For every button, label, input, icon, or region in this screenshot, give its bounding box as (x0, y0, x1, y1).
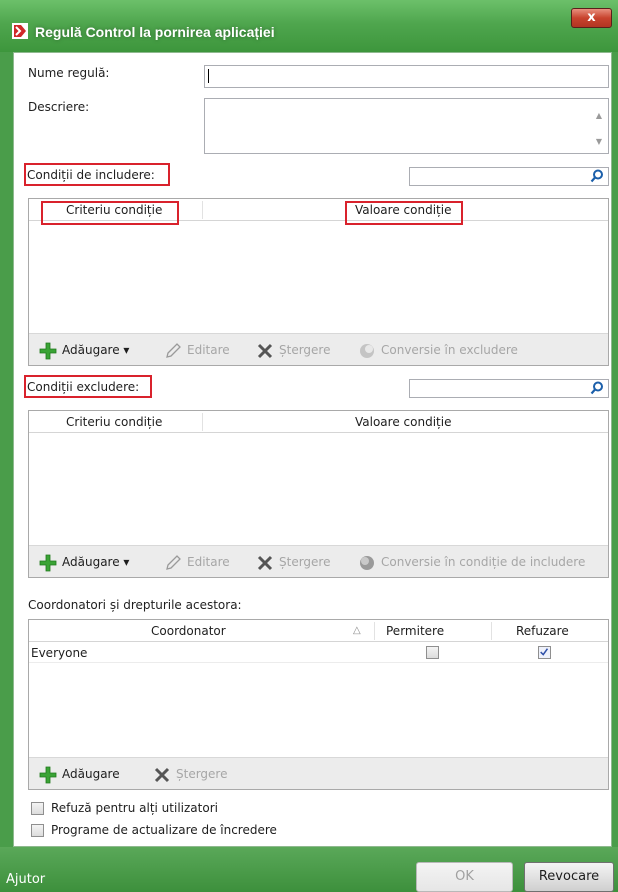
exclusion-conditions-table: Criteriu condiție Valoare condiție Adăug… (28, 410, 609, 578)
pencil-icon (166, 342, 181, 358)
convert-to-inclusion-button[interactable]: Conversie în condiție de includere (358, 553, 585, 571)
plus-icon (39, 554, 57, 571)
column-header-value[interactable]: Valoare condiție (355, 415, 451, 429)
inclusion-label: Condiții de includere: (27, 168, 155, 182)
column-header-allow[interactable]: Permitere (386, 624, 444, 638)
convert-label: Conversie în excludere (381, 343, 518, 357)
inclusion-search-input[interactable] (409, 167, 609, 186)
owners-label: Coordonatori și drepturile acestora: (28, 598, 242, 612)
edit-label: Editare (187, 343, 230, 357)
dropdown-arrow-icon[interactable]: ▾ (120, 555, 129, 569)
delete-label: Ștergere (279, 343, 331, 357)
add-label: Adăugare (62, 343, 120, 357)
trusted-updaters-label: Programe de actualizare de încredere (51, 823, 277, 837)
add-button[interactable]: Adăugare ▾ (39, 341, 129, 359)
scroll-up-icon[interactable]: ▲ (594, 111, 604, 121)
help-link[interactable]: Ajutor (6, 872, 45, 887)
sort-arrow-icon[interactable]: △ (353, 625, 361, 636)
edit-button[interactable]: Editare (164, 341, 230, 359)
deny-other-users-label: Refuză pentru alți utilizatori (51, 801, 218, 815)
column-header-owner[interactable]: Coordonator (151, 624, 226, 638)
owners-table: Coordonator △ Permitere Refuzare Everyon… (28, 619, 609, 790)
inclusion-toolbar: Adăugare ▾ Editare Ștergere Conversie în… (29, 333, 608, 365)
inclusion-conditions-table: Criteriu condiție Valoare condiție Adăug… (28, 198, 609, 366)
delete-x-icon (257, 555, 273, 570)
delete-button[interactable]: Ștergere (256, 341, 330, 359)
convert-label: Conversie în condiție de includere (381, 555, 586, 569)
table-row[interactable]: Everyone (29, 643, 608, 663)
delete-label: Ștergere (176, 767, 228, 781)
delete-x-icon (154, 767, 170, 782)
column-divider[interactable] (202, 201, 203, 219)
exclusion-search-input[interactable] (409, 379, 609, 398)
plus-icon (39, 766, 57, 783)
trusted-updaters-checkbox[interactable] (31, 824, 44, 837)
delete-button[interactable]: Ștergere (256, 553, 330, 571)
close-button[interactable]: x (571, 8, 612, 28)
rule-name-input[interactable] (204, 65, 609, 88)
owner-name: Everyone (31, 646, 88, 660)
kaspersky-logo-icon (12, 23, 28, 39)
description-textarea[interactable]: ▲ ▼ (204, 98, 609, 154)
text-caret (208, 69, 209, 83)
convert-icon (360, 343, 374, 358)
column-divider[interactable] (491, 622, 492, 640)
add-label: Adăugare (62, 555, 120, 569)
column-divider[interactable] (374, 622, 375, 640)
scroll-down-icon[interactable]: ▼ (594, 137, 604, 147)
dialog-footer: Ajutor OK Revocare (0, 847, 618, 892)
column-header-deny[interactable]: Refuzare (516, 624, 569, 638)
convert-to-exclusion-button[interactable]: Conversie în excludere (358, 341, 518, 359)
checkmark-icon (540, 648, 549, 656)
pencil-icon (166, 554, 181, 570)
cancel-button[interactable]: Revocare (524, 862, 614, 892)
dropdown-arrow-icon[interactable]: ▾ (120, 343, 129, 357)
add-button[interactable]: Adăugare ▾ (39, 553, 129, 571)
delete-label: Ștergere (279, 555, 331, 569)
search-icon[interactable] (590, 381, 604, 395)
add-label: Adăugare (62, 767, 120, 781)
table-header: Criteriu condiție Valoare condiție (29, 411, 608, 433)
title-bar: Regulă Control la pornirea aplicației x (0, 0, 618, 52)
exclusion-label: Condiții excludere: (27, 380, 140, 394)
table-header: Coordonator △ Permitere Refuzare (29, 620, 608, 642)
value-header-highlight (345, 201, 463, 225)
description-label: Descriere: (28, 100, 90, 114)
allow-checkbox[interactable] (426, 646, 439, 659)
owners-toolbar: Adăugare Ștergere (29, 757, 608, 789)
exclusion-toolbar: Adăugare ▾ Editare Ștergere Conversie în… (29, 545, 608, 577)
convert-icon (360, 555, 374, 570)
rule-name-label: Nume regulă: (28, 66, 110, 80)
edit-label: Editare (187, 555, 230, 569)
plus-icon (39, 342, 57, 359)
delete-button[interactable]: Ștergere (153, 765, 227, 783)
deny-checkbox[interactable] (538, 646, 551, 659)
criterion-header-highlight (41, 201, 179, 225)
column-divider[interactable] (202, 413, 203, 431)
ok-button[interactable]: OK (416, 862, 513, 892)
dialog-body: Nume regulă: Descriere: ▲ ▼ Condiții de … (13, 52, 612, 847)
search-icon[interactable] (590, 169, 604, 183)
column-header-criterion[interactable]: Criteriu condiție (66, 415, 162, 429)
add-button[interactable]: Adăugare (39, 765, 120, 783)
window-title: Regulă Control la pornirea aplicației (35, 24, 275, 40)
deny-other-users-checkbox[interactable] (31, 802, 44, 815)
delete-x-icon (257, 343, 273, 358)
edit-button[interactable]: Editare (164, 553, 230, 571)
